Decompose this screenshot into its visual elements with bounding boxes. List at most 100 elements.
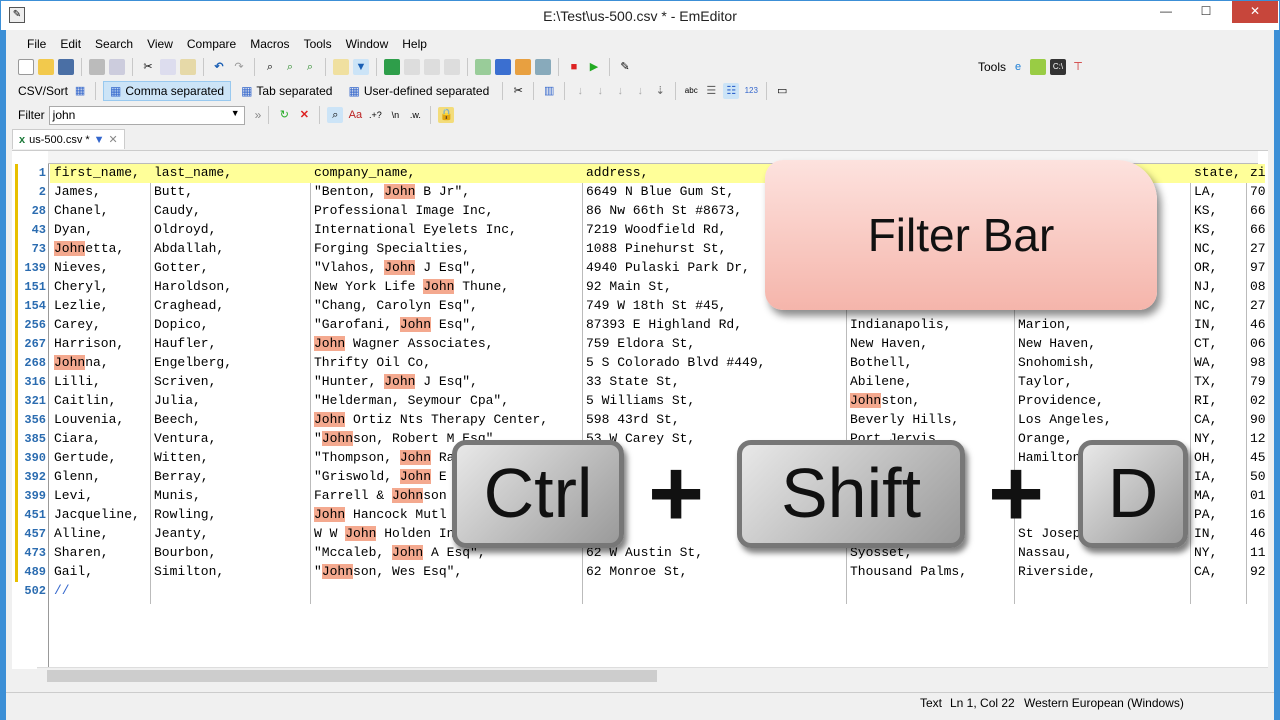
table-row[interactable]: 316 Lilli, Scriven, "Hunter, John J Esq", 33… [12, 373, 1268, 392]
cell[interactable]: 972 [1246, 260, 1265, 278]
filter-input[interactable]: john ▼ [48, 105, 245, 125]
table-row[interactable]: 489 Gail, Similton, "Johnson, Wes Esq", 62 M… [12, 563, 1268, 582]
cell[interactable]: Oldroyd, [150, 222, 310, 240]
cell[interactable]: "Helderman, Seymour Cpa", [310, 393, 582, 411]
cell[interactable]: 662 [1246, 203, 1265, 221]
cell[interactable]: "Benton, John B Jr", [310, 184, 582, 202]
cmd-icon[interactable]: C:\ [1050, 59, 1067, 75]
cell[interactable]: 662 [1246, 222, 1265, 240]
run-macro-icon[interactable]: ▶ [586, 59, 602, 75]
cell[interactable]: 701 [1246, 184, 1265, 202]
menu-edit[interactable]: Edit [53, 34, 88, 54]
search-icon[interactable]: ⌕ [327, 107, 344, 123]
minimize-button[interactable]: — [1149, 1, 1183, 23]
table-row[interactable]: 268 Johnna, Engelberg, Thrifty Oil Co, 5 S C… [12, 354, 1268, 373]
cell[interactable]: New York Life John Thune, [310, 279, 582, 297]
cell[interactable]: 33 State St, [582, 374, 846, 392]
new-icon[interactable] [18, 59, 34, 75]
cell[interactable]: Lezlie, [50, 298, 150, 316]
cell[interactable]: Chanel, [50, 203, 150, 221]
cell[interactable]: Scriven, [150, 374, 310, 392]
cell[interactable]: John Wagner Associates, [310, 336, 582, 354]
menu-compare[interactable]: Compare [180, 34, 243, 54]
cell[interactable]: 452 [1246, 450, 1265, 468]
tool-icon[interactable]: ⊤ [1070, 59, 1086, 75]
match-case-icon[interactable]: Aa [347, 107, 363, 123]
cell[interactable] [1246, 583, 1265, 601]
cell[interactable]: New Haven, [846, 336, 1014, 354]
cell[interactable]: Carey, [50, 317, 150, 335]
number-sort-icon[interactable]: 123 [743, 83, 759, 99]
cell[interactable]: James, [50, 184, 150, 202]
csv-grid-icon[interactable]: ▦ [72, 83, 88, 99]
find-next-icon[interactable]: ⌕ [282, 59, 298, 75]
cell[interactable]: Riverside, [1014, 564, 1190, 582]
cell[interactable]: Johnston, [846, 393, 1014, 411]
cell[interactable]: Louvenia, [50, 412, 150, 430]
menu-window[interactable]: Window [339, 34, 396, 54]
cell[interactable]: New Haven, [1014, 336, 1190, 354]
cell[interactable]: OH, [1190, 450, 1246, 468]
cell[interactable]: TX, [1190, 374, 1246, 392]
upload-icon[interactable] [1030, 59, 1047, 75]
cell[interactable]: 87393 E Highland Rd, [582, 317, 846, 335]
copy-icon[interactable] [160, 59, 176, 75]
cell[interactable]: "Chang, Carolyn Esq", [310, 298, 582, 316]
cell[interactable]: Engelberg, [150, 355, 310, 373]
cell[interactable]: // [50, 583, 150, 601]
cell[interactable]: CT, [1190, 336, 1246, 354]
cell[interactable]: Abdallah, [150, 241, 310, 259]
cell[interactable] [846, 583, 1014, 601]
cell[interactable]: 598 43rd St, [582, 412, 846, 430]
cell[interactable]: first_name, [50, 165, 150, 183]
save-icon[interactable] [58, 59, 74, 75]
menu-search[interactable]: Search [88, 34, 140, 54]
refresh-icon[interactable]: ↻ [276, 107, 292, 123]
cell[interactable]: 016 [1246, 488, 1265, 506]
cell[interactable]: PA, [1190, 507, 1246, 525]
cell[interactable]: John Ortiz Nts Therapy Center, [310, 412, 582, 430]
cell[interactable]: Marion, [1014, 317, 1190, 335]
cell[interactable]: CA, [1190, 412, 1246, 430]
cell[interactable]: Sharen, [50, 545, 150, 563]
cell[interactable]: KS, [1190, 222, 1246, 240]
cell[interactable]: Julia, [150, 393, 310, 411]
cell[interactable]: 117 [1246, 545, 1265, 563]
cell[interactable] [1190, 583, 1246, 601]
cell[interactable]: Los Angeles, [1014, 412, 1190, 430]
cell[interactable]: IA, [1190, 469, 1246, 487]
column-tools-icon[interactable]: ✂ [510, 83, 526, 99]
print-icon[interactable] [89, 59, 105, 75]
config-icon[interactable] [515, 59, 531, 75]
cell[interactable]: "Hunter, John J Esq", [310, 374, 582, 392]
cell[interactable]: Bothell, [846, 355, 1014, 373]
cell[interactable]: WA, [1190, 355, 1246, 373]
more-button[interactable]: » [255, 108, 262, 122]
cell[interactable]: Snohomish, [1014, 355, 1190, 373]
cell[interactable]: RI, [1190, 393, 1246, 411]
cell[interactable] [582, 583, 846, 601]
cell[interactable]: 275 [1246, 298, 1265, 316]
tab-separated-button[interactable]: ▦ Tab separated [235, 82, 338, 100]
cell[interactable] [310, 583, 582, 601]
cell[interactable]: 759 Eldora St, [582, 336, 846, 354]
cell[interactable]: Levi, [50, 488, 150, 506]
cell[interactable]: Jacqueline, [50, 507, 150, 525]
cell[interactable]: Lilli, [50, 374, 150, 392]
sort-asc-icon[interactable]: ↓ [572, 83, 588, 99]
cell[interactable]: 922 [1246, 564, 1265, 582]
table-row[interactable]: 256 Carey, Dopico, "Garofani, John Esq", 873… [12, 316, 1268, 335]
cell[interactable]: Gotter, [150, 260, 310, 278]
cell[interactable]: Similton, [150, 564, 310, 582]
cell[interactable]: "Johnson, Wes Esq", [310, 564, 582, 582]
paste-icon[interactable] [180, 59, 196, 75]
menu-macros[interactable]: Macros [243, 34, 296, 54]
cell[interactable]: 462 [1246, 317, 1265, 335]
cell[interactable]: OR, [1190, 260, 1246, 278]
cell[interactable]: "Vlahos, John J Esq", [310, 260, 582, 278]
cell[interactable]: Harrison, [50, 336, 150, 354]
cut-icon[interactable]: ✂ [140, 59, 156, 75]
sort-length-icon[interactable]: ☰ [703, 83, 719, 99]
horizontal-scrollbar[interactable] [37, 667, 1268, 684]
cell[interactable]: Caitlin, [50, 393, 150, 411]
